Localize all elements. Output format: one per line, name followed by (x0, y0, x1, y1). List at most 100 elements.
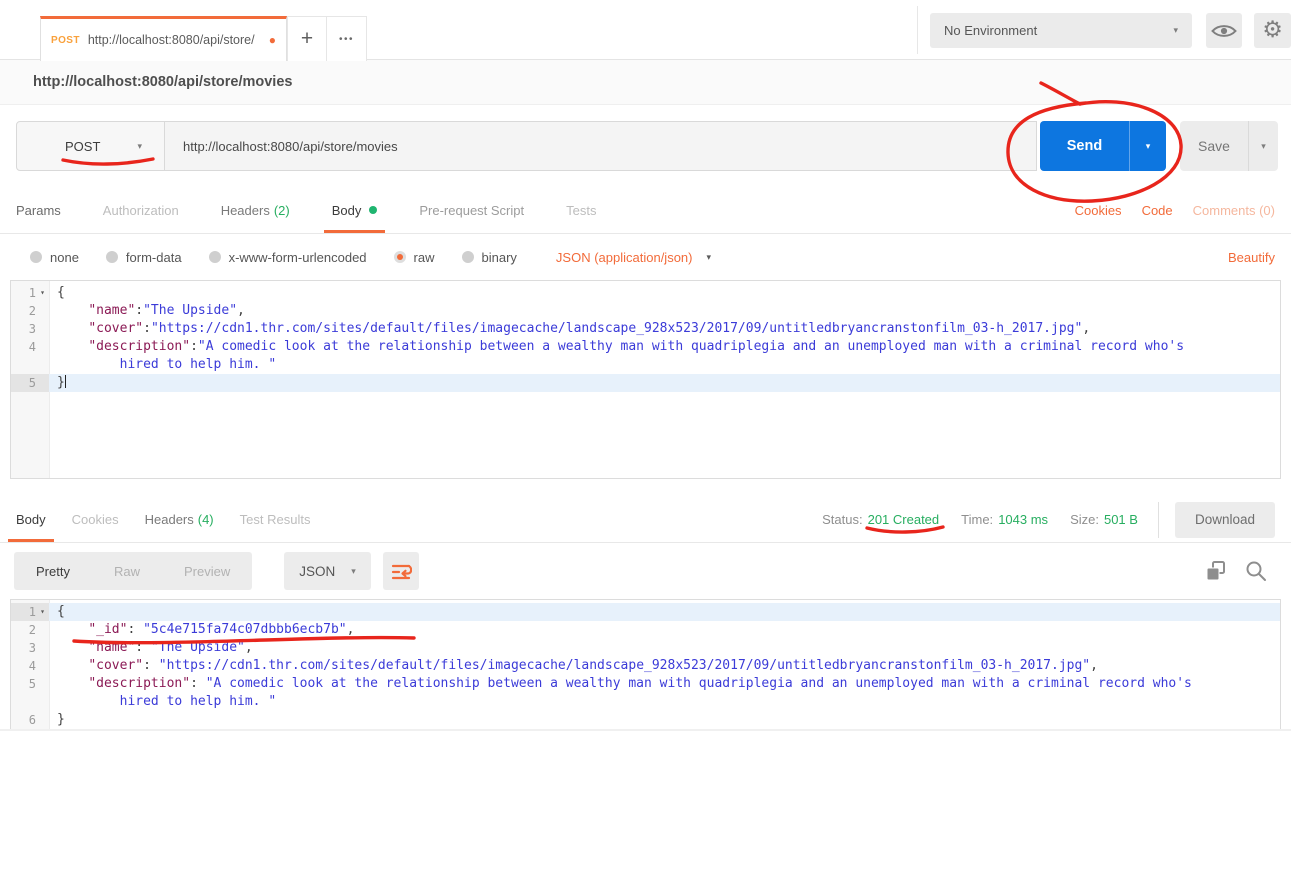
tab-url: http://localhost:8080/api/store/ (88, 33, 255, 47)
code-line-active: 1▾ { (11, 603, 1280, 621)
radio-selected-icon (394, 251, 406, 263)
code-line: 4 "cover": "https://cdn1.thr.com/sites/d… (11, 657, 1280, 675)
request-links: Cookies Code Comments (0) (1075, 187, 1275, 233)
radio-icon (106, 251, 118, 263)
fold-icon: ▾ (36, 284, 49, 302)
tab-tests[interactable]: Tests (566, 187, 596, 233)
divider (1158, 502, 1159, 538)
save-options-button[interactable]: ▾ (1248, 121, 1278, 171)
request-body-editor[interactable]: 1▾ { 2 "name":"The Upside", 3 "cover":"h… (10, 280, 1281, 479)
view-pretty[interactable]: Pretty (14, 564, 92, 579)
chevron-down-icon: ▾ (1261, 142, 1266, 151)
code-line: 3 "cover":"https://cdn1.thr.com/sites/de… (11, 320, 1280, 338)
time-label: Time: (961, 512, 993, 527)
postman-app: POST http://localhost:8080/api/store/ ● … (0, 0, 1291, 731)
request-tabs: Params Authorization Headers(2) Body Pre… (0, 187, 1291, 234)
line-number: 6 (11, 711, 36, 729)
code-line: 6 } (11, 711, 1280, 729)
radio-icon (30, 251, 42, 263)
tab-authorization[interactable]: Authorization (103, 187, 179, 233)
response-tool-icons (1205, 560, 1277, 582)
method-value: POST (65, 139, 100, 154)
code-line: 4 "description":"A comedic look at the r… (11, 338, 1280, 356)
tab-body[interactable]: Body (332, 187, 378, 233)
chevron-down-icon: ▾ (706, 253, 711, 262)
status-value: 201 Created (868, 512, 940, 527)
status-label: Status: (822, 512, 862, 527)
url-input[interactable]: http://localhost:8080/api/store/movies (165, 121, 1037, 171)
tab-params[interactable]: Params (16, 187, 61, 233)
code-line-id: 2 "_id": "5c4e715fa74c07dbbb6ecb7b", (11, 621, 1280, 639)
comments-link[interactable]: Comments (0) (1193, 203, 1275, 218)
mode-form-data[interactable]: form-data (106, 250, 182, 265)
response-tab-test-results[interactable]: Test Results (240, 497, 311, 542)
code-line: 5 "description": "A comedic look at the … (11, 675, 1280, 693)
code-line-active: 5 } (11, 374, 1280, 392)
unsaved-dot-icon: ● (269, 34, 276, 46)
request-tab[interactable]: POST http://localhost:8080/api/store/ ● (40, 16, 287, 61)
response-tab-headers[interactable]: Headers(4) (145, 497, 214, 542)
mode-none[interactable]: none (30, 250, 79, 265)
wrap-lines-button[interactable] (383, 552, 419, 590)
line-number: 3 (11, 320, 36, 338)
gear-icon: ⚙ (1262, 19, 1283, 42)
search-icon[interactable] (1245, 560, 1267, 582)
chevron-down-icon: ▾ (1173, 26, 1178, 35)
body-modified-dot (369, 206, 377, 214)
response-toolbar: Pretty Raw Preview JSON ▾ (0, 543, 1291, 599)
radio-icon (209, 251, 221, 263)
wrap-lines-icon (390, 562, 412, 581)
settings-button[interactable]: ⚙ (1254, 13, 1291, 48)
chevron-down-icon: ▾ (137, 142, 142, 151)
headers-count: (4) (198, 512, 214, 527)
tab-prerequest-script[interactable]: Pre-request Script (419, 187, 524, 233)
response-tab-body[interactable]: Body (16, 497, 46, 542)
line-number: 3 (11, 639, 36, 657)
request-bar: POST ▾ http://localhost:8080/api/store/m… (0, 105, 1291, 187)
code-line: 1▾ { (11, 284, 1280, 302)
code-link[interactable]: Code (1142, 203, 1173, 218)
response-tabs: Body Cookies Headers(4) Test Results Sta… (0, 497, 1291, 543)
send-options-button[interactable]: ▾ (1129, 121, 1166, 171)
new-tab-button[interactable]: + (287, 16, 327, 61)
save-button[interactable]: Save ▾ (1180, 121, 1278, 171)
cookies-link[interactable]: Cookies (1075, 203, 1122, 218)
code-line: 2 "name":"The Upside", (11, 302, 1280, 320)
view-preview[interactable]: Preview (162, 564, 252, 579)
size-label: Size: (1070, 512, 1099, 527)
download-button[interactable]: Download (1175, 502, 1275, 538)
response-body-editor[interactable]: 1▾ { 2 "_id": "5c4e715fa74c07dbbb6ecb7b"… (10, 599, 1281, 729)
method-select[interactable]: POST ▾ (16, 121, 165, 171)
code-line-wrap: hired to help him. " (11, 693, 1280, 711)
header: POST http://localhost:8080/api/store/ ● … (0, 0, 1291, 60)
chevron-down-icon: ▾ (351, 567, 356, 576)
tab-headers[interactable]: Headers(2) (221, 187, 290, 233)
environment-select[interactable]: No Environment ▾ (930, 13, 1192, 48)
response-tab-cookies[interactable]: Cookies (72, 497, 119, 542)
url-value: http://localhost:8080/api/store/movies (183, 139, 398, 154)
environment-label: No Environment (944, 23, 1037, 38)
environment-preview-button[interactable] (1206, 13, 1242, 48)
line-number: 1 (11, 284, 36, 302)
format-select[interactable]: JSON ▾ (284, 552, 371, 590)
send-button[interactable]: Send ▾ (1040, 121, 1166, 171)
mode-raw[interactable]: raw (394, 250, 435, 265)
red-underline-annotation (61, 156, 157, 168)
beautify-link[interactable]: Beautify (1228, 250, 1275, 265)
fold-icon: ▾ (36, 603, 49, 621)
content-type-select[interactable]: JSON (application/json) ▾ (556, 250, 711, 265)
chevron-down-icon: ▾ (1146, 142, 1151, 151)
eye-icon (1211, 22, 1237, 40)
response-meta: Status: 201 Created Time: 1043 ms Size: … (822, 497, 1275, 542)
copy-icon[interactable] (1205, 560, 1227, 582)
send-label: Send (1040, 121, 1129, 171)
mode-binary[interactable]: binary (462, 250, 517, 265)
line-number: 4 (11, 657, 36, 675)
tab-options-button[interactable]: ••• (326, 16, 367, 61)
line-number: 5 (11, 675, 36, 693)
view-raw[interactable]: Raw (92, 564, 162, 579)
code-line: 3 "name": "The Upside", (11, 639, 1280, 657)
line-number: 5 (11, 374, 36, 392)
mode-x-www-form-urlencoded[interactable]: x-www-form-urlencoded (209, 250, 367, 265)
line-number: 4 (11, 338, 36, 356)
